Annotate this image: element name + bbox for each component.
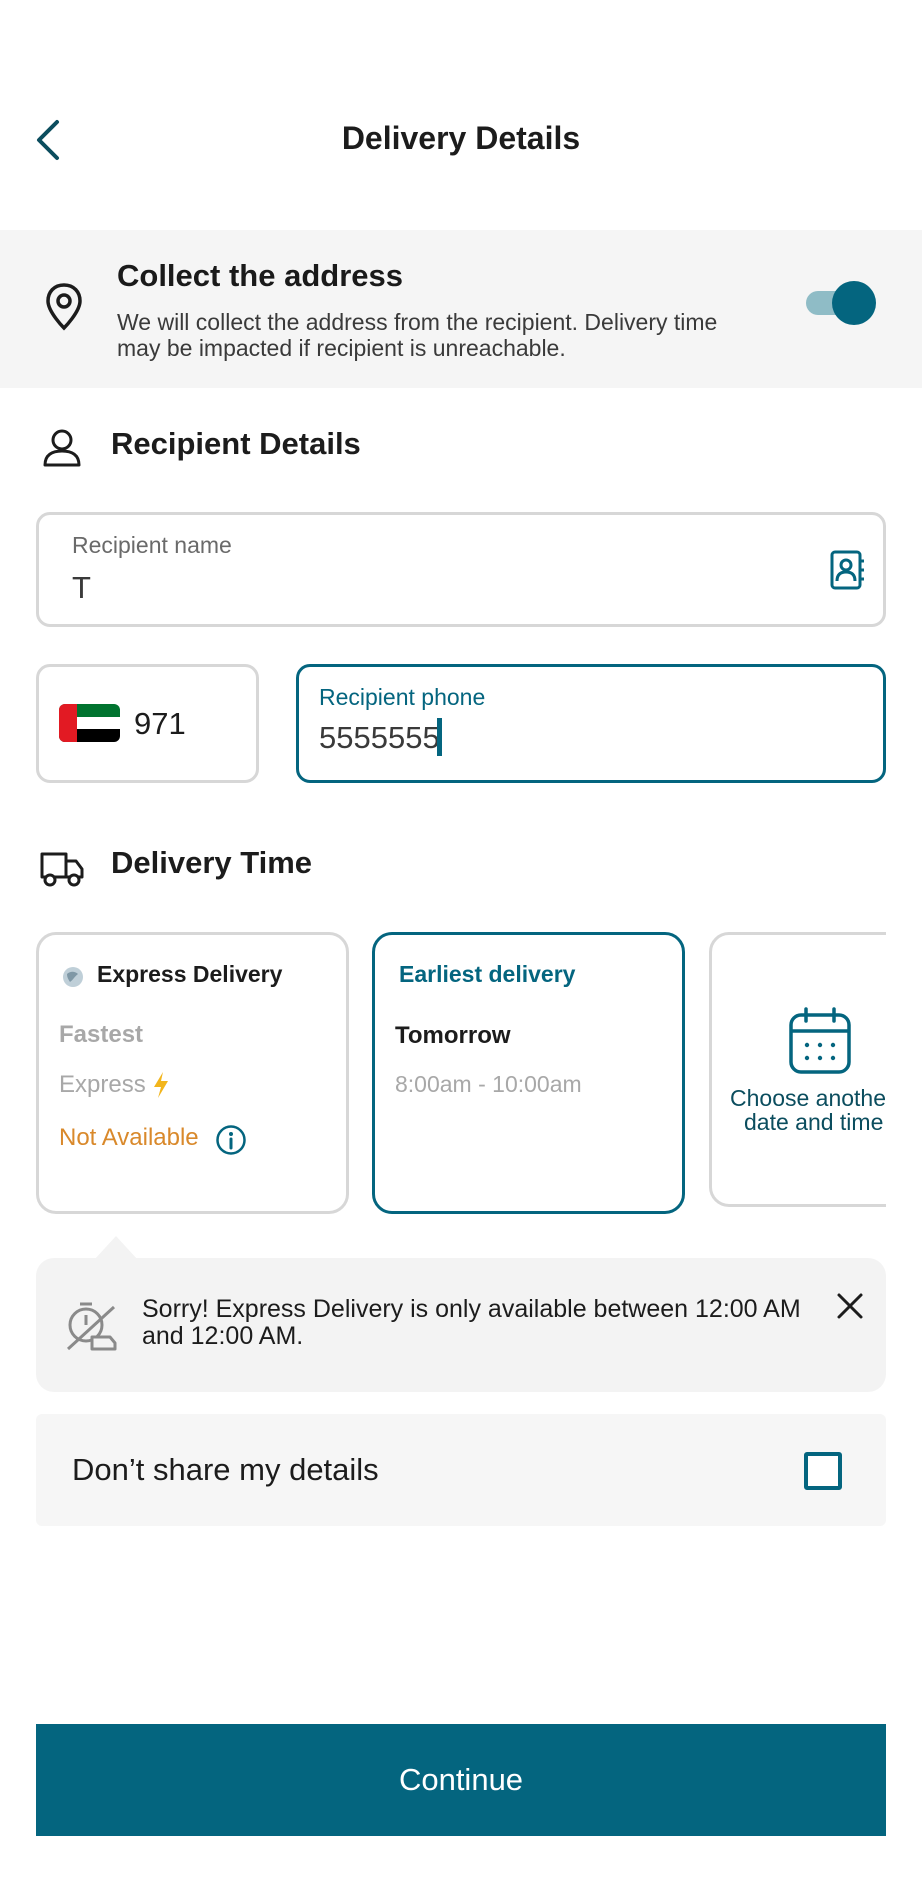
contact-book-icon[interactable] xyxy=(829,550,865,590)
app-header: Delivery Details xyxy=(0,0,922,230)
delivery-options-carousel[interactable]: Express Delivery Fastest Express Not Ava… xyxy=(0,920,886,1220)
delivery-time-section-title: Delivery Time xyxy=(111,845,313,880)
express-status: Not Available xyxy=(59,1124,199,1151)
location-pin-icon xyxy=(46,283,82,331)
earliest-day: Tomorrow xyxy=(395,1022,511,1049)
express-title: Express Delivery xyxy=(97,961,283,987)
recipient-name-value: T xyxy=(72,570,91,605)
notice-text: Sorry! Express Delivery is only availabl… xyxy=(142,1295,801,1350)
earliest-title: Earliest delivery xyxy=(399,961,576,987)
choose-date-line1: Choose another xyxy=(730,1085,886,1111)
notice-pointer xyxy=(94,1236,138,1260)
page-title: Delivery Details xyxy=(341,120,581,156)
close-icon[interactable] xyxy=(830,1286,870,1326)
text-cursor xyxy=(437,718,442,756)
delivery-truck-icon xyxy=(40,852,84,887)
uae-flag-icon xyxy=(59,704,120,742)
toggle-knob xyxy=(832,281,876,325)
choose-date-card[interactable]: Choose another date and time xyxy=(709,932,886,1207)
privacy-checkbox[interactable] xyxy=(804,1452,842,1490)
recipient-name-label: Recipient name xyxy=(72,532,232,558)
continue-button[interactable]: Continue xyxy=(36,1724,886,1836)
lightning-bolt-icon xyxy=(154,1072,168,1098)
earliest-delivery-card[interactable]: Earliest delivery Tomorrow 8:00am - 10:0… xyxy=(372,932,685,1214)
calendar-icon xyxy=(789,1007,851,1074)
privacy-option-label: Don’t share my details xyxy=(72,1452,379,1487)
express-type: Express xyxy=(59,1071,146,1098)
no-express-icon xyxy=(66,1302,117,1351)
express-delivery-card[interactable]: Express Delivery Fastest Express Not Ava… xyxy=(36,932,349,1214)
info-icon[interactable] xyxy=(215,1124,247,1156)
recipient-section-title: Recipient Details xyxy=(111,426,361,461)
express-globe-icon xyxy=(63,967,83,987)
recipient-phone-value: 5555555 xyxy=(319,720,440,755)
recipient-name-field[interactable] xyxy=(36,512,886,627)
express-subtitle: Fastest xyxy=(59,1021,144,1048)
country-code-value: 971 xyxy=(134,706,186,741)
earliest-time-window: 8:00am - 10:00am xyxy=(395,1071,582,1097)
collect-address-title: Collect the address xyxy=(117,258,403,293)
person-icon xyxy=(43,429,81,467)
choose-date-line2: date and time xyxy=(744,1109,884,1135)
recipient-phone-label: Recipient phone xyxy=(319,684,486,710)
collect-address-description: We will collect the address from the rec… xyxy=(117,309,718,361)
collect-address-toggle[interactable] xyxy=(802,281,876,325)
